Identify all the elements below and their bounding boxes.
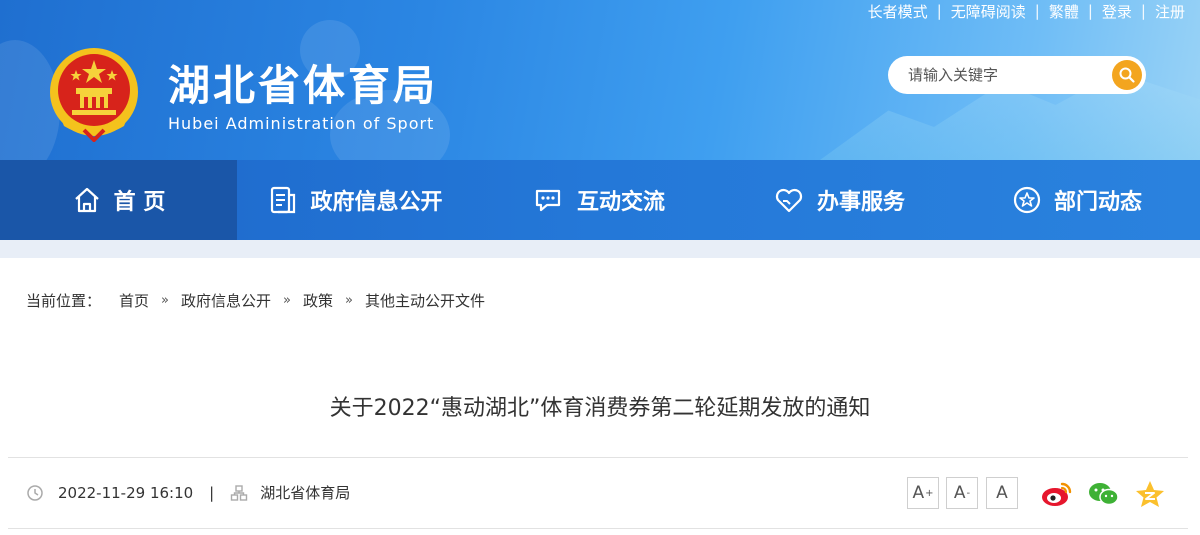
article-meta: 2022-11-29 16:10 | 湖北省体育局 (26, 482, 350, 503)
share-weibo-button[interactable] (1040, 478, 1074, 510)
breadcrumb-gov-info[interactable]: 政府信息公开 (181, 290, 271, 311)
nav-home[interactable]: 首 页 (0, 160, 237, 240)
breadcrumb-separator: » (283, 293, 291, 308)
font-increase-button[interactable]: A + (907, 477, 939, 509)
article-title: 关于2022“惠动湖北”体育消费券第二轮延期发放的通知 (329, 396, 871, 421)
nav-strip (0, 240, 1200, 258)
star-circle-icon (1013, 186, 1041, 214)
wechat-icon (1089, 483, 1119, 506)
search-input[interactable] (888, 56, 1098, 94)
breadcrumb-home[interactable]: 首页 (119, 290, 149, 311)
heart-hand-icon (775, 188, 803, 213)
register-link[interactable]: 注册 (1146, 1, 1194, 22)
search-box (888, 56, 1146, 94)
elder-mode-link[interactable]: 长者模式 (859, 1, 937, 22)
share-qzone-button[interactable] (1133, 478, 1167, 510)
nav-gov-info[interactable]: 政府信息公开 (237, 160, 474, 240)
document-list-icon (271, 186, 296, 214)
font-button-mark: + (925, 487, 934, 499)
login-link[interactable]: 登录 (1093, 1, 1141, 22)
clock-icon (27, 484, 43, 501)
main-nav: 首 页 政府信息公开 互动交流 办事服务 部门动态 (0, 160, 1200, 240)
nav-interaction[interactable]: 互动交流 (474, 160, 724, 240)
weibo-icon (1042, 482, 1072, 506)
nav-label: 办事服务 (816, 190, 905, 215)
nav-label: 首 页 (113, 190, 166, 215)
divider (8, 528, 1188, 529)
search-icon (1119, 67, 1135, 83)
publish-datetime: 2022-11-29 16:10 (58, 483, 194, 502)
breadcrumb-label: 当前位置： (26, 292, 102, 310)
breadcrumb-policy[interactable]: 政策 (303, 290, 333, 311)
nav-label: 政府信息公开 (310, 190, 443, 215)
breadcrumb-other-docs[interactable]: 其他主动公开文件 (365, 290, 485, 311)
font-button-label: A (996, 483, 1008, 503)
nav-label: 部门动态 (1053, 190, 1142, 215)
meta-separator: | (209, 483, 215, 502)
nav-services[interactable]: 办事服务 (724, 160, 954, 240)
font-button-label: A (912, 483, 925, 503)
organization-icon (231, 484, 248, 501)
article-source: 湖北省体育局 (260, 484, 351, 502)
site-title: 湖北省体育局 (168, 61, 439, 110)
share-wechat-button[interactable] (1087, 478, 1121, 510)
home-icon (74, 187, 99, 213)
font-button-mark: - (966, 487, 971, 499)
chat-bubble-icon (535, 189, 561, 212)
qzone-icon (1136, 481, 1164, 507)
font-button-label: A (953, 483, 966, 503)
site-subtitle: Hubei Administration of Sport (168, 114, 435, 133)
search-button[interactable] (1112, 60, 1142, 90)
nav-label: 互动交流 (576, 190, 665, 215)
divider (8, 457, 1188, 458)
breadcrumb-separator: » (345, 293, 353, 308)
font-reset-button[interactable]: A (986, 477, 1018, 509)
breadcrumb: 当前位置： 首页 » 政府信息公开 » 政策 » 其他主动公开文件 (26, 290, 485, 311)
accessibility-link[interactable]: 无障碍阅读 (942, 1, 1035, 22)
breadcrumb-separator: » (161, 293, 169, 308)
nav-department-news[interactable]: 部门动态 (954, 160, 1200, 240)
national-emblem-icon (50, 48, 138, 142)
traditional-chinese-link[interactable]: 繁體 (1040, 1, 1088, 22)
top-links: 长者模式 | 无障碍阅读 | 繁體 | 登录 | 注册 (859, 0, 1194, 22)
site-header: 长者模式 | 无障碍阅读 | 繁體 | 登录 | 注册 湖北省体育局 Hubei Adm… (0, 0, 1200, 160)
font-decrease-button[interactable]: A- (946, 477, 978, 509)
